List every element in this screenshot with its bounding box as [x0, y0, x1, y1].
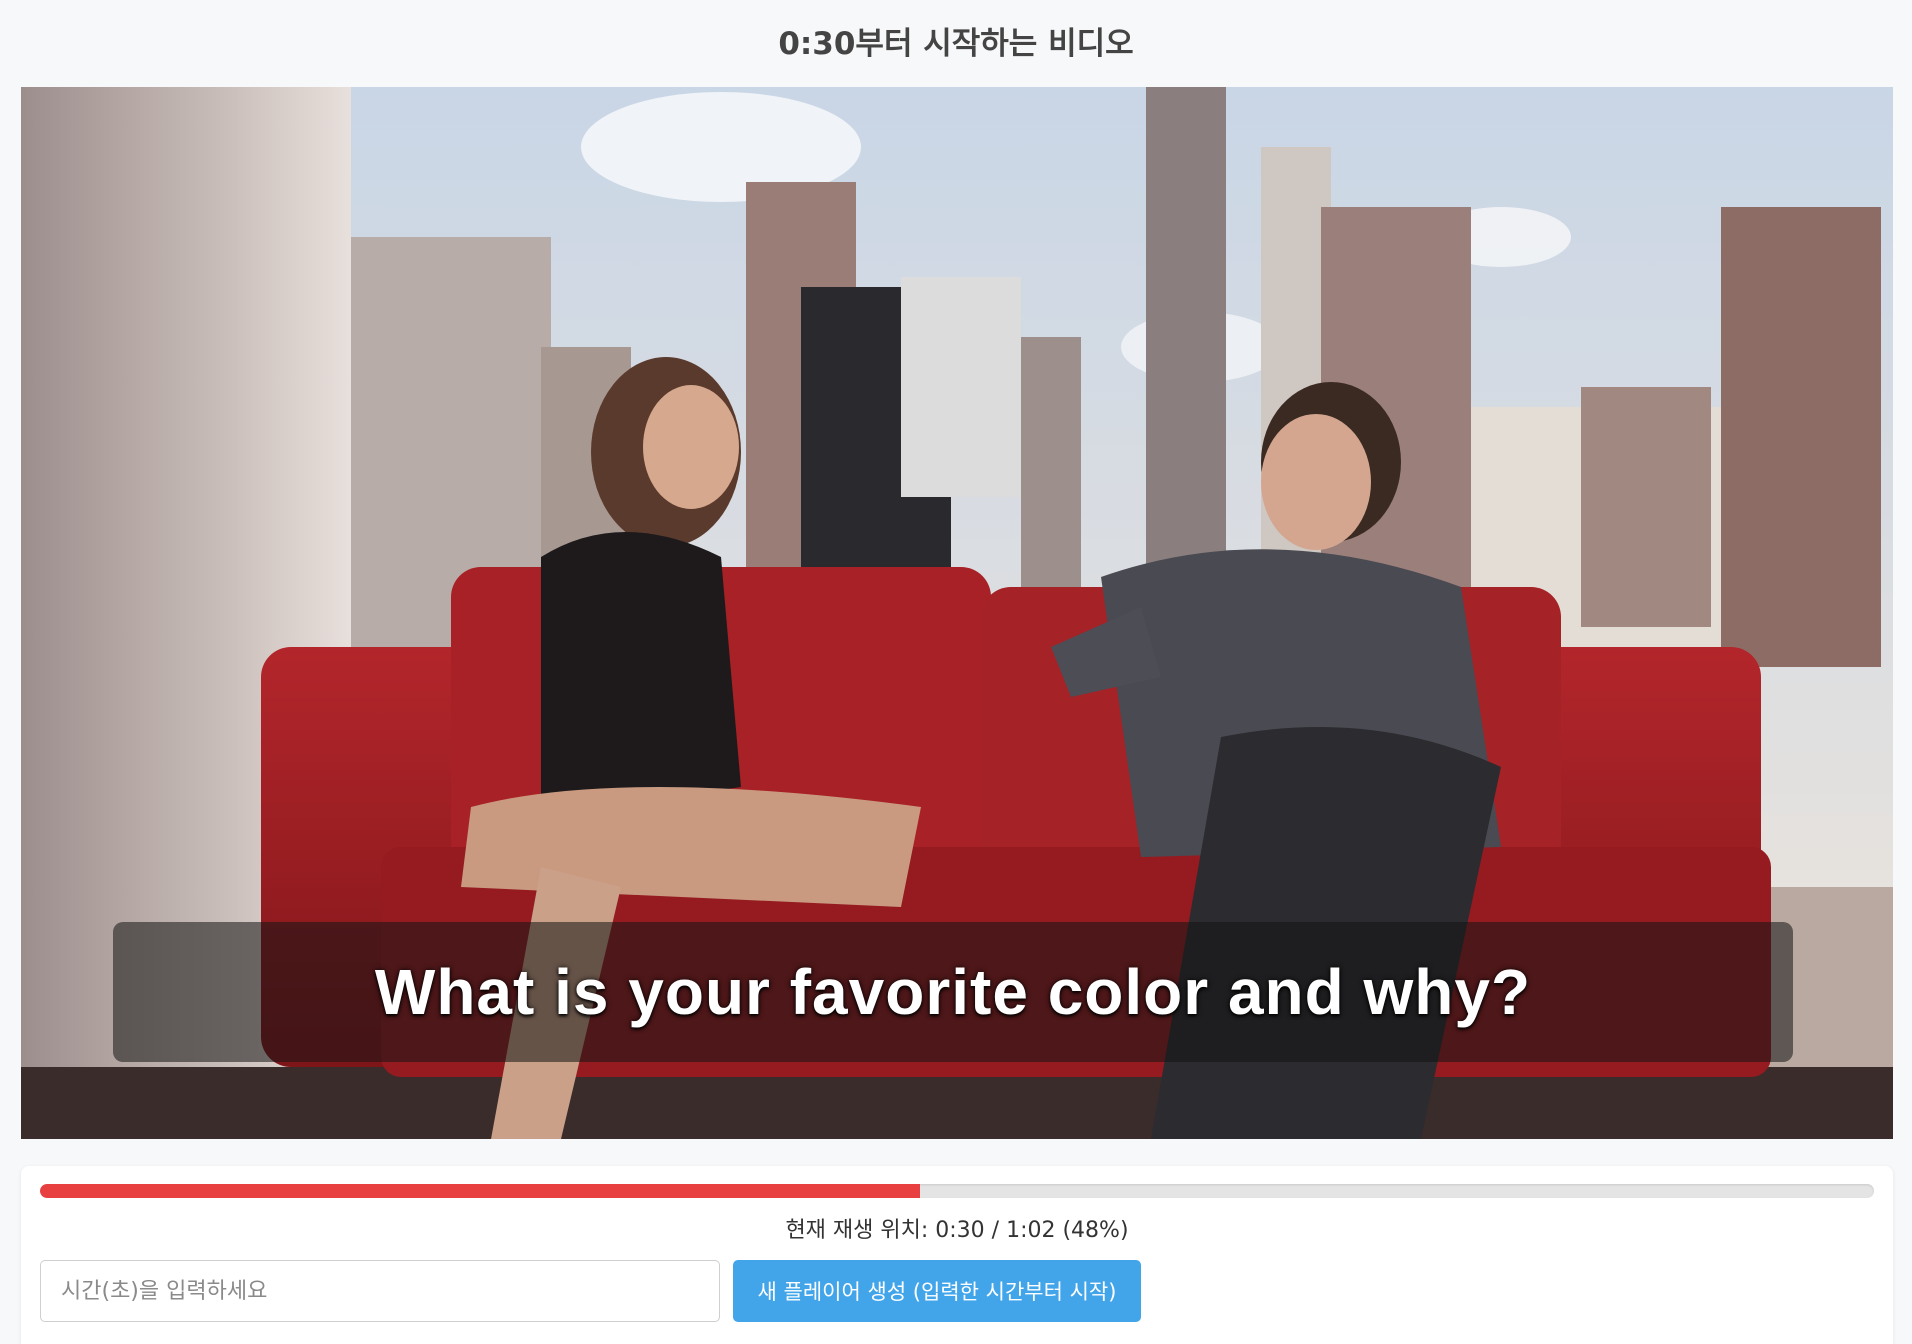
subtitle-bar: What is your favorite color and why? — [113, 922, 1793, 1062]
video-player[interactable]: What is your favorite color and why? — [21, 87, 1893, 1139]
create-player-button[interactable]: 새 플레이어 생성 (입력한 시간부터 시작) — [733, 1260, 1141, 1322]
control-panel: 현재 재생 위치: 0:30 / 1:02 (48%) 새 플레이어 생성 (입… — [21, 1166, 1893, 1344]
progress-fill — [40, 1184, 921, 1198]
playback-status: 현재 재생 위치: 0:30 / 1:02 (48%) — [785, 1218, 1129, 1243]
time-input[interactable] — [40, 1260, 720, 1322]
subtitle-text: What is your favorite color and why? — [374, 956, 1532, 1028]
page-title: 0:30부터 시작하는 비디오 — [778, 26, 1134, 62]
progress-bar[interactable] — [40, 1184, 1874, 1198]
